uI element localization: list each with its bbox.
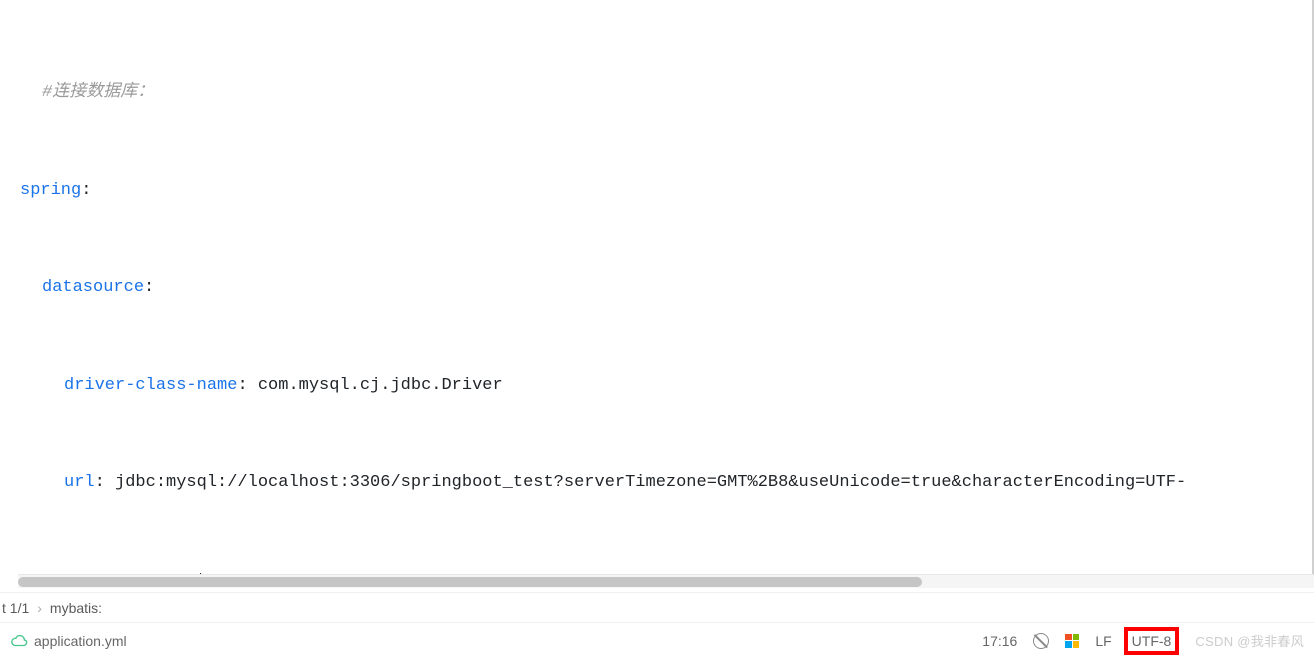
horizontal-scrollbar[interactable]: [18, 574, 1314, 588]
status-bar: application.yml 17:16 LF UTF-8 CSDN @我非春…: [0, 622, 1314, 658]
yaml-key: url: [64, 473, 95, 492]
yaml-key: datasource: [42, 278, 144, 297]
colon: :: [81, 181, 91, 200]
code-editor[interactable]: #连接数据库： spring: datasource: driver-class…: [0, 0, 1314, 588]
colon: :: [95, 473, 105, 492]
comment-text: #连接数据库：: [42, 83, 154, 102]
code-content[interactable]: #连接数据库： spring: datasource: driver-class…: [0, 0, 1312, 588]
yaml-value: jdbc:mysql://localhost:3306/springboot_t…: [115, 473, 1186, 492]
scrollbar-thumb[interactable]: [18, 577, 922, 587]
status-left: application.yml: [10, 633, 127, 649]
colon: :: [237, 376, 247, 395]
encoding-label[interactable]: UTF-8: [1132, 633, 1172, 649]
breadcrumb-item[interactable]: mybatis:: [50, 600, 102, 616]
line-separator[interactable]: LF: [1095, 633, 1111, 649]
windows-icon[interactable]: [1065, 634, 1079, 648]
status-right: 17:16 LF UTF-8 CSDN @我非春风: [982, 627, 1304, 655]
breadcrumb-item[interactable]: t 1/1: [2, 600, 29, 616]
yaml-key: spring: [20, 181, 81, 200]
yaml-key: driver-class-name: [64, 376, 237, 395]
breadcrumb: t 1/1 › mybatis:: [0, 592, 1314, 622]
cursor-position[interactable]: 17:16: [982, 633, 1017, 649]
yaml-value: com.mysql.cj.jdbc.Driver: [258, 376, 503, 395]
cloud-icon[interactable]: [10, 634, 28, 648]
highlight-box: UTF-8: [1124, 627, 1180, 655]
chevron-right-icon: ›: [37, 600, 42, 616]
no-problems-icon[interactable]: [1033, 633, 1049, 649]
watermark-text: CSDN @我非春风: [1195, 631, 1304, 650]
filename-label[interactable]: application.yml: [34, 633, 127, 649]
colon: :: [144, 278, 154, 297]
